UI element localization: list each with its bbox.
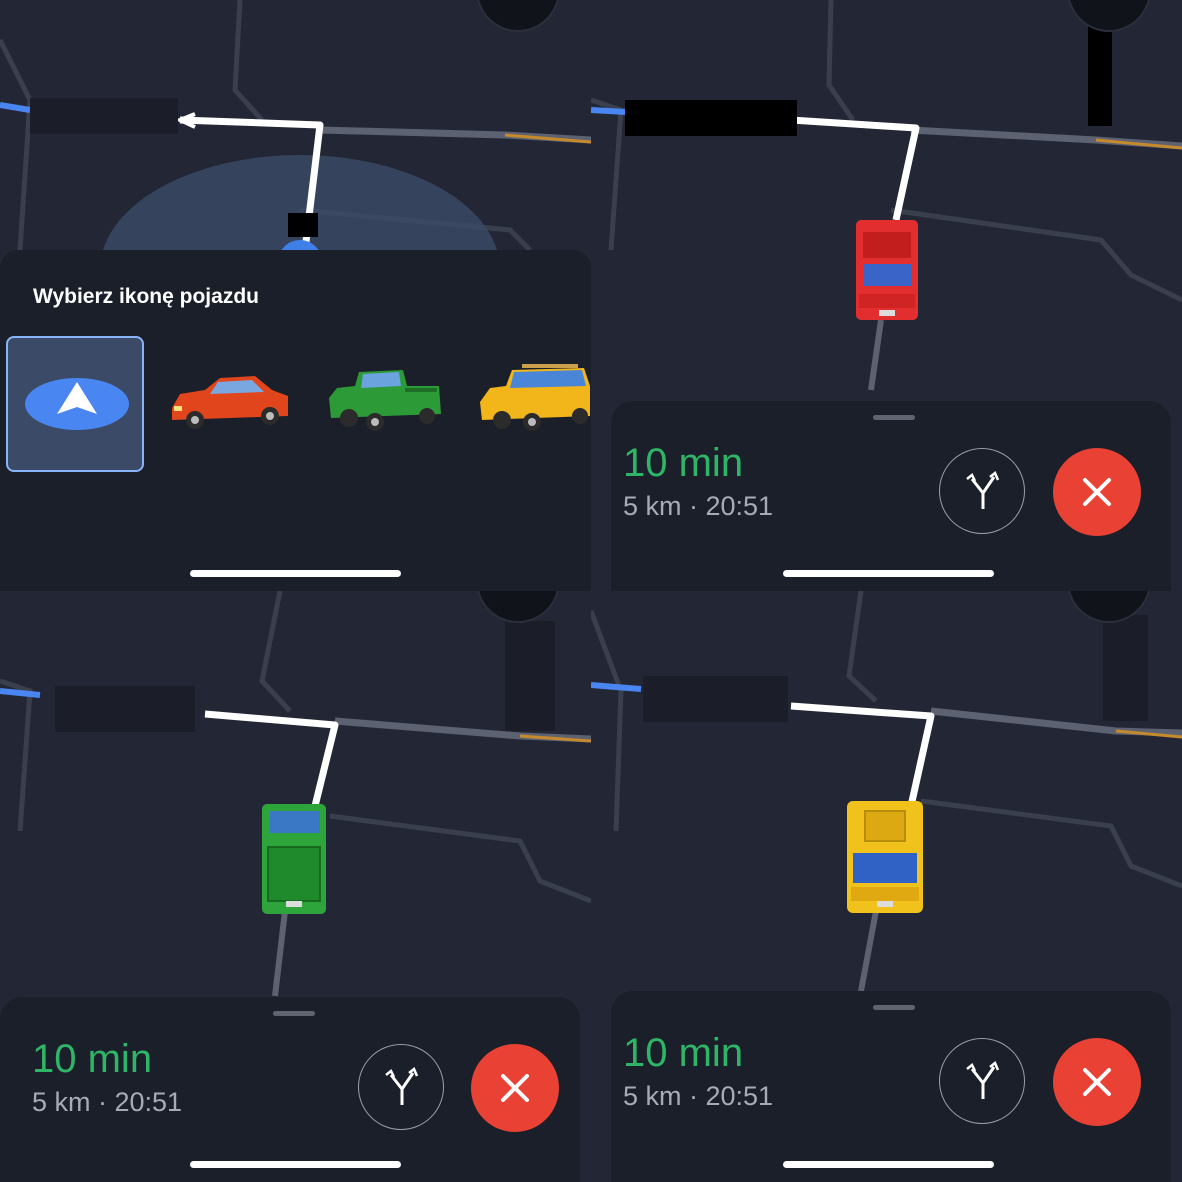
- route-fork-icon: [966, 470, 1000, 509]
- redacted-label: [288, 213, 318, 237]
- alternate-routes-button[interactable]: [358, 1044, 444, 1130]
- redacted-label: [1103, 615, 1148, 721]
- sheet-handle[interactable]: [873, 1005, 915, 1010]
- home-indicator: [783, 570, 994, 577]
- navigation-screen-green-pickup: 10 min 5 km · 20:51: [0, 591, 591, 1182]
- redacted-label: [1088, 24, 1112, 126]
- home-indicator: [190, 570, 401, 577]
- vehicle-option-pickup[interactable]: [315, 336, 453, 472]
- eta-time: 10 min: [623, 1031, 744, 1075]
- trip-details: 5 km · 20:51: [623, 491, 774, 521]
- cancel-navigation-button[interactable]: [1053, 448, 1141, 536]
- yellow-suv-icon: [480, 364, 590, 431]
- vehicle-chooser-sheet: Wybierz ikonę pojazdu: [0, 250, 591, 591]
- navigation-sheet: 10 min 5 km · 20:51: [0, 997, 580, 1182]
- close-icon: [1083, 478, 1111, 506]
- redacted-label: [505, 621, 555, 731]
- red-car-icon: [856, 220, 918, 320]
- vehicle-option-suv[interactable]: [470, 336, 591, 472]
- redacted-label: [643, 676, 788, 722]
- navigation-screen-red-car: 10 min 5 km · 20:51: [591, 0, 1182, 591]
- navigation-screen-yellow-suv: 10 min 5 km · 20:51: [591, 591, 1182, 1182]
- redacted-label: [625, 100, 797, 136]
- green-pickup-icon: [262, 804, 326, 914]
- alternate-routes-button[interactable]: [939, 1038, 1025, 1124]
- navigation-sheet: 10 min 5 km · 20:51: [611, 991, 1171, 1182]
- sheet-handle[interactable]: [273, 1011, 315, 1016]
- navigation-sheet: 10 min 5 km · 20:51: [611, 401, 1171, 591]
- home-indicator: [783, 1161, 994, 1168]
- route-fork-icon: [385, 1066, 419, 1105]
- cancel-navigation-button[interactable]: [1053, 1038, 1141, 1126]
- navigation-arrow-icon: [25, 378, 129, 430]
- chooser-title: Wybierz ikonę pojazdu: [33, 285, 259, 308]
- redacted-label: [30, 98, 178, 134]
- vehicle-chooser-screen: Wybierz ikonę pojazdu: [0, 0, 591, 591]
- vehicle-option-arrow[interactable]: [6, 336, 144, 472]
- eta-time: 10 min: [32, 1037, 153, 1081]
- yellow-suv-icon: [847, 801, 923, 913]
- sheet-handle[interactable]: [873, 415, 915, 420]
- close-icon: [1083, 1068, 1111, 1096]
- redacted-label: [55, 686, 195, 732]
- alternate-routes-button[interactable]: [939, 448, 1025, 534]
- close-icon: [501, 1074, 529, 1102]
- route-fork-icon: [966, 1060, 1000, 1099]
- eta-time: 10 min: [623, 441, 744, 485]
- green-pickup-icon: [329, 370, 441, 431]
- red-sedan-icon: [172, 376, 288, 429]
- home-indicator: [190, 1161, 401, 1168]
- trip-details: 5 km · 20:51: [32, 1087, 183, 1117]
- cancel-navigation-button[interactable]: [471, 1044, 559, 1132]
- vehicle-option-sedan[interactable]: [160, 336, 298, 472]
- trip-details: 5 km · 20:51: [623, 1081, 774, 1111]
